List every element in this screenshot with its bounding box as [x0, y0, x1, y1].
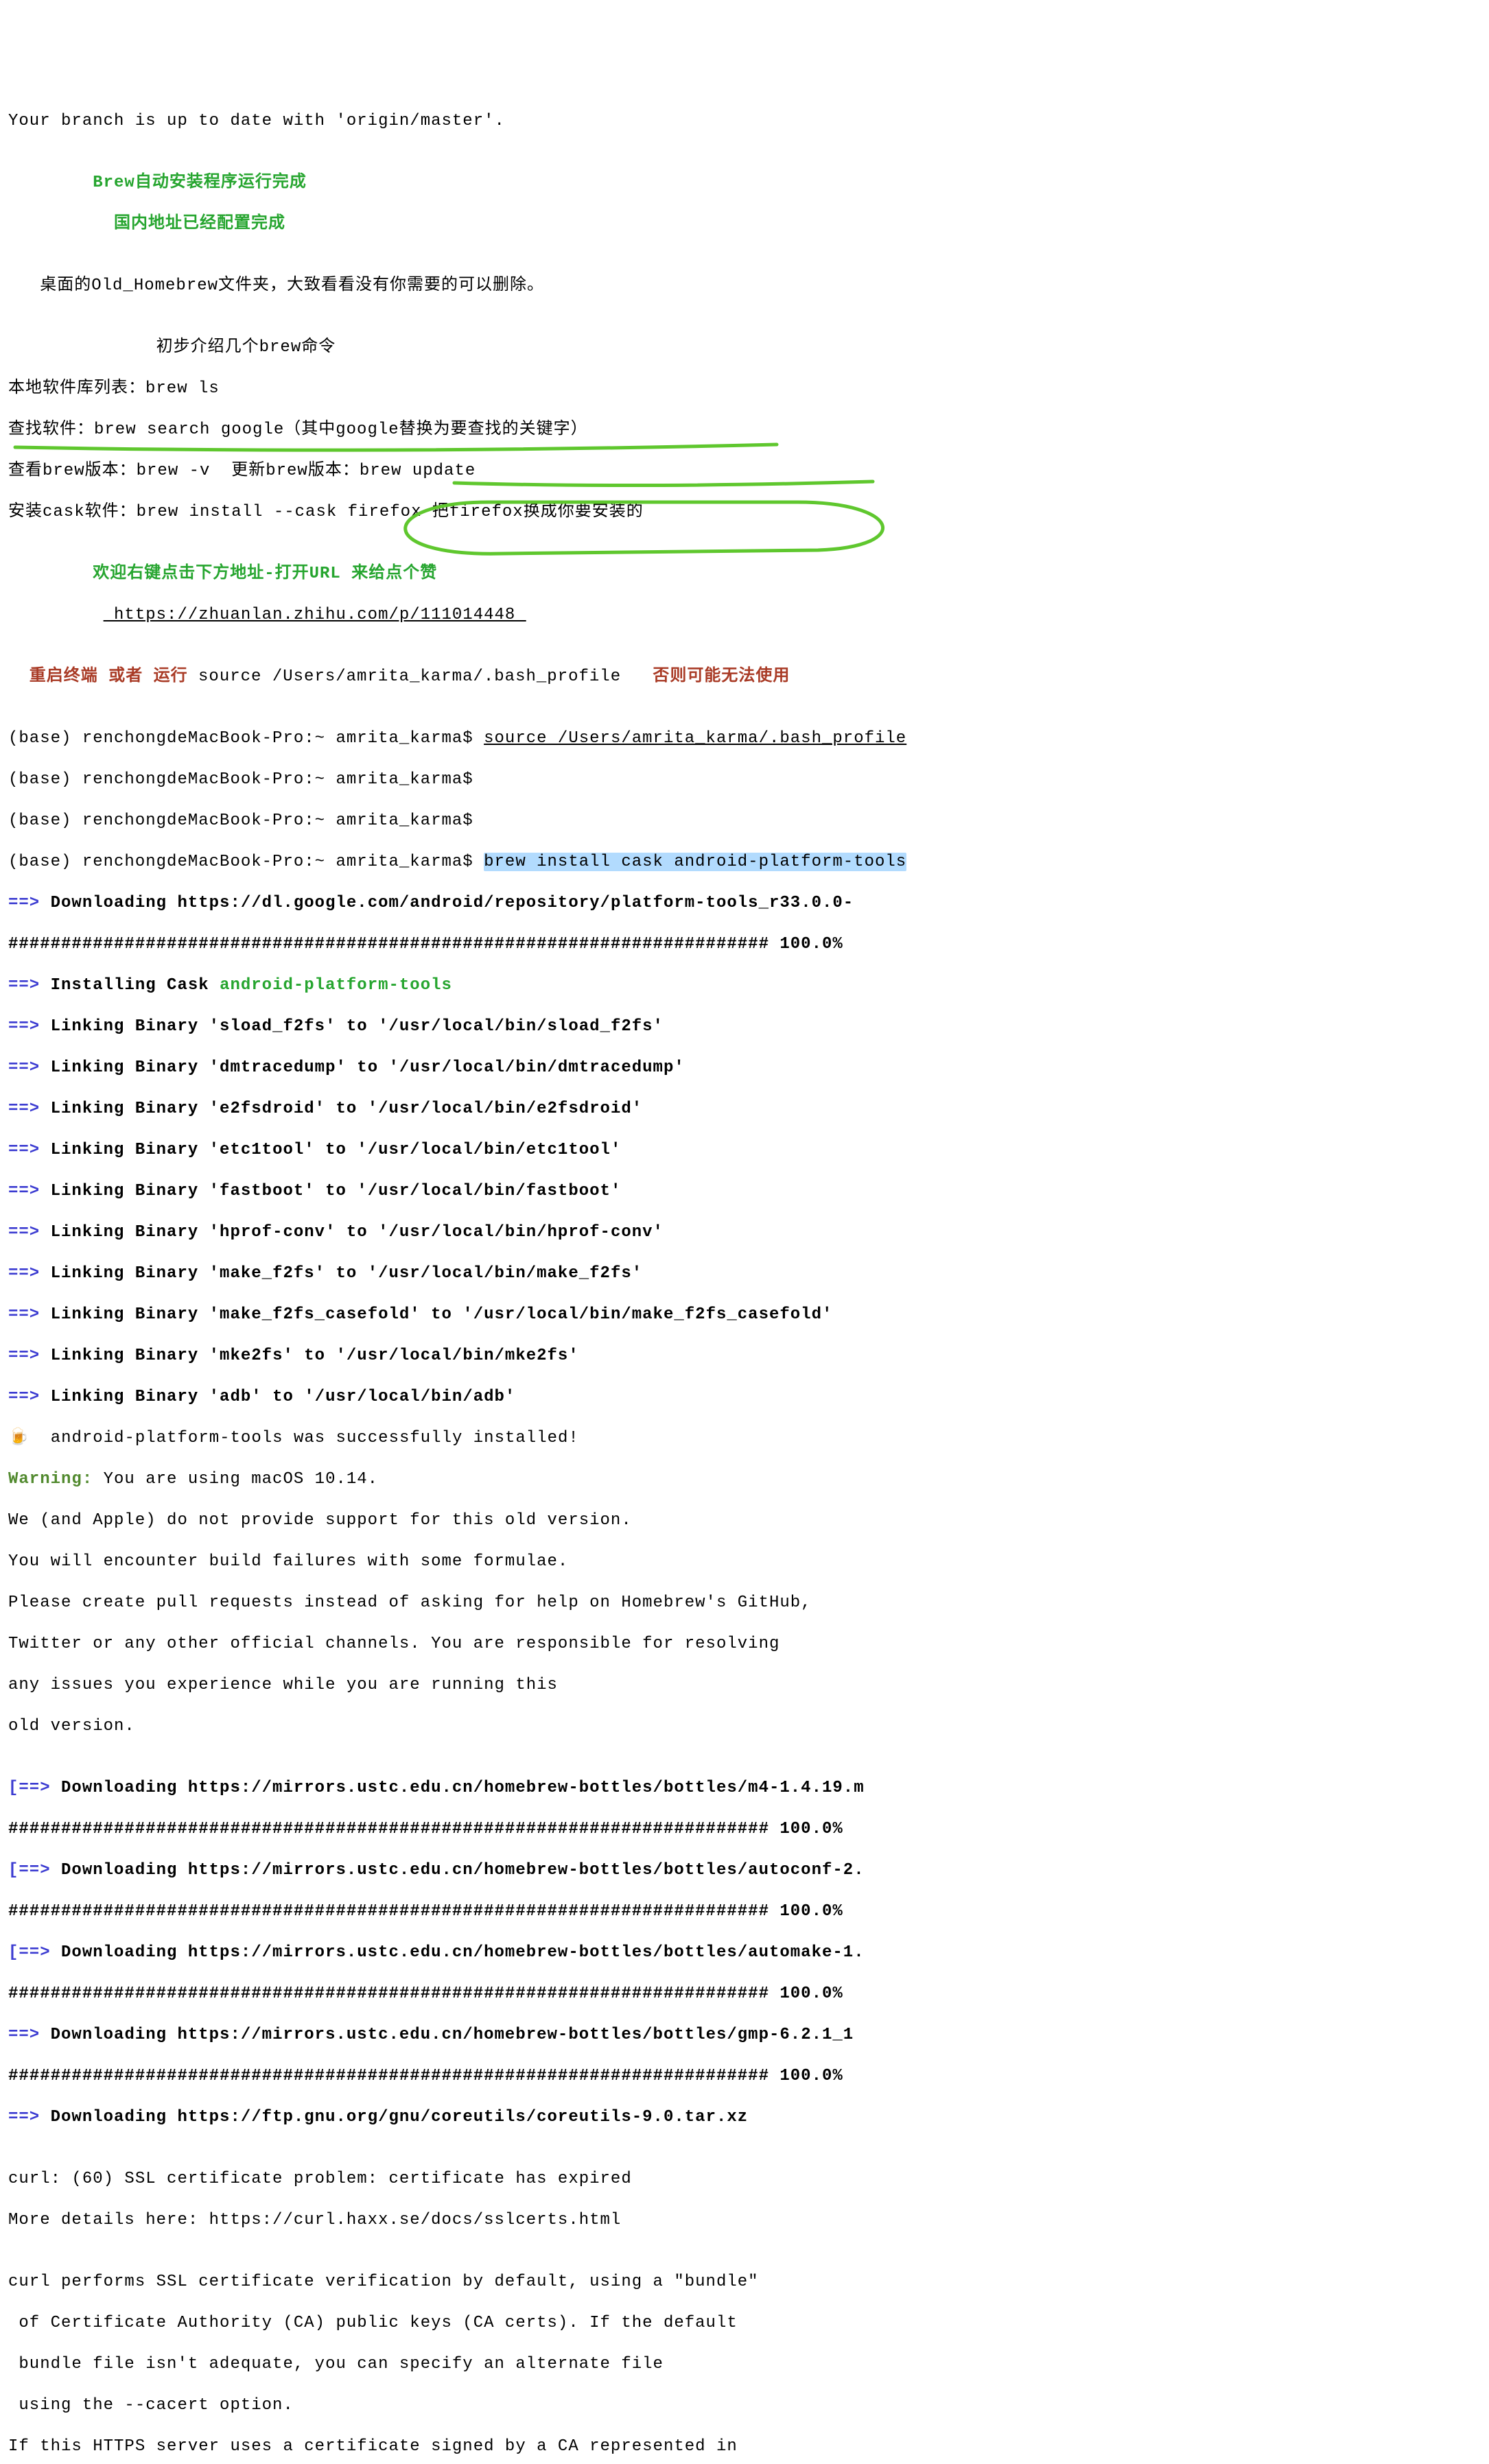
output-line: ==> Linking Binary 'sload_f2fs' to '/usr… [8, 1017, 1481, 1037]
arrow-marker: [==> [8, 1779, 51, 1797]
output-line: We (and Apple) do not provide support fo… [8, 1511, 1481, 1531]
output-line: ==> Linking Binary 'adb' to '/usr/local/… [8, 1387, 1481, 1408]
output-line: using the --cacert option. [8, 2395, 1481, 2416]
progress-bar: ########################################… [8, 2066, 1481, 2087]
output-line: 查找软件：brew search google（其中google替换为要查找的关… [8, 420, 1481, 440]
output-line: Brew自动安装程序运行完成 [8, 173, 1481, 193]
output-line: 重启终端 或者 运行 source /Users/amrita_karma/.b… [8, 667, 1481, 687]
output-line: ==> Linking Binary 'etc1tool' to '/usr/l… [8, 1140, 1481, 1161]
output-line: https://zhuanlan.zhihu.com/p/111014448 [8, 605, 1481, 626]
output-line: ==> Linking Binary 'fastboot' to '/usr/l… [8, 1181, 1481, 1202]
output-line: 桌面的Old_Homebrew文件夹，大致看看没有你需要的可以删除。 [8, 276, 1481, 296]
output-line: bundle file isn't adequate, you can spec… [8, 2354, 1481, 2375]
arrow-marker: ==> [8, 1141, 40, 1159]
arrow-marker: ==> [8, 1100, 40, 1118]
output-line: Please create pull requests instead of a… [8, 1593, 1481, 1613]
prompt-line: (base) renchongdeMacBook-Pro:~ amrita_ka… [8, 770, 1481, 790]
output-line: curl performs SSL certificate verificati… [8, 2272, 1481, 2293]
output-line: 查看brew版本：brew -v 更新brew版本：brew update [8, 461, 1481, 482]
output-line: 🍺 android-platform-tools was successfull… [8, 1428, 1481, 1449]
output-line: ==> Downloading https://ftp.gnu.org/gnu/… [8, 2107, 1481, 2128]
prompt-line: (base) renchongdeMacBook-Pro:~ amrita_ka… [8, 728, 1481, 749]
output-line: curl: (60) SSL certificate problem: cert… [8, 2169, 1481, 2190]
output-line: ==> Installing Cask android-platform-too… [8, 975, 1481, 996]
output-line: ==> Linking Binary 'make_f2fs_casefold' … [8, 1305, 1481, 1325]
output-line: ==> Linking Binary 'make_f2fs' to '/usr/… [8, 1264, 1481, 1284]
selected-command[interactable]: brew install cask android-platform-tools [484, 853, 906, 871]
arrow-marker: ==> [8, 1388, 40, 1406]
output-line: ==> Linking Binary 'hprof-conv' to '/usr… [8, 1222, 1481, 1243]
output-line: Warning: You are using macOS 10.14. [8, 1469, 1481, 1490]
output-line: 国内地址已经配置完成 [8, 214, 1481, 235]
typed-command: source /Users/amrita_karma/.bash_profile [484, 729, 906, 748]
arrow-marker: ==> [8, 2108, 40, 2127]
output-line: ==> Linking Binary 'dmtracedump' to '/us… [8, 1058, 1481, 1078]
output-line: [==> Downloading https://mirrors.ustc.ed… [8, 1778, 1481, 1799]
output-line: 本地软件库列表：brew ls [8, 379, 1481, 399]
output-line: 初步介绍几个brew命令 [8, 337, 1481, 358]
output-line: ==> Linking Binary 'e2fsdroid' to '/usr/… [8, 1099, 1481, 1120]
progress-bar: ########################################… [8, 1902, 1481, 1922]
output-line: old version. [8, 1716, 1481, 1737]
output-line: 欢迎右键点击下方地址-打开URL 来给点个赞 [8, 564, 1481, 584]
output-line: Your branch is up to date with 'origin/m… [8, 111, 1481, 132]
output-line: Twitter or any other official channels. … [8, 1634, 1481, 1655]
output-line: [==> Downloading https://mirrors.ustc.ed… [8, 1860, 1481, 1881]
output-line: More details here: https://curl.haxx.se/… [8, 2210, 1481, 2231]
url-link[interactable]: https://zhuanlan.zhihu.com/p/111014448 [104, 606, 526, 624]
output-line: ==> Downloading https://mirrors.ustc.edu… [8, 2025, 1481, 2046]
output-line: ==> Linking Binary 'mke2fs' to '/usr/loc… [8, 1346, 1481, 1366]
output-line: If this HTTPS server uses a certificate … [8, 2437, 1481, 2457]
arrow-marker: ==> [8, 1223, 40, 1242]
arrow-marker: [==> [8, 1861, 51, 1880]
output-line: [==> Downloading https://mirrors.ustc.ed… [8, 1943, 1481, 1963]
progress-bar: ########################################… [8, 1984, 1481, 2004]
arrow-marker: ==> [8, 1017, 40, 1036]
arrow-marker: ==> [8, 976, 40, 995]
arrow-marker: ==> [8, 894, 40, 912]
progress-bar: ########################################… [8, 934, 1481, 955]
progress-bar: ########################################… [8, 1819, 1481, 1840]
output-line: ==> Downloading https://dl.google.com/an… [8, 893, 1481, 914]
arrow-marker: ==> [8, 2026, 40, 2044]
arrow-marker: ==> [8, 1058, 40, 1077]
prompt-line: (base) renchongdeMacBook-Pro:~ amrita_ka… [8, 811, 1481, 831]
prompt-line: (base) renchongdeMacBook-Pro:~ amrita_ka… [8, 852, 1481, 873]
arrow-marker: ==> [8, 1264, 40, 1283]
output-line: 安装cask软件：brew install --cask firefox 把fi… [8, 502, 1481, 523]
terminal-output[interactable]: Your branch is up to date with 'origin/m… [8, 91, 1481, 2464]
output-line: of Certificate Authority (CA) public key… [8, 2313, 1481, 2334]
output-line: any issues you experience while you are … [8, 1675, 1481, 1696]
output-line: You will encounter build failures with s… [8, 1552, 1481, 1572]
arrow-marker: ==> [8, 1347, 40, 1365]
arrow-marker: [==> [8, 1943, 51, 1962]
arrow-marker: ==> [8, 1305, 40, 1324]
warning-label: Warning: [8, 1470, 93, 1489]
beer-icon: 🍺 [8, 1429, 51, 1447]
arrow-marker: ==> [8, 1182, 40, 1200]
